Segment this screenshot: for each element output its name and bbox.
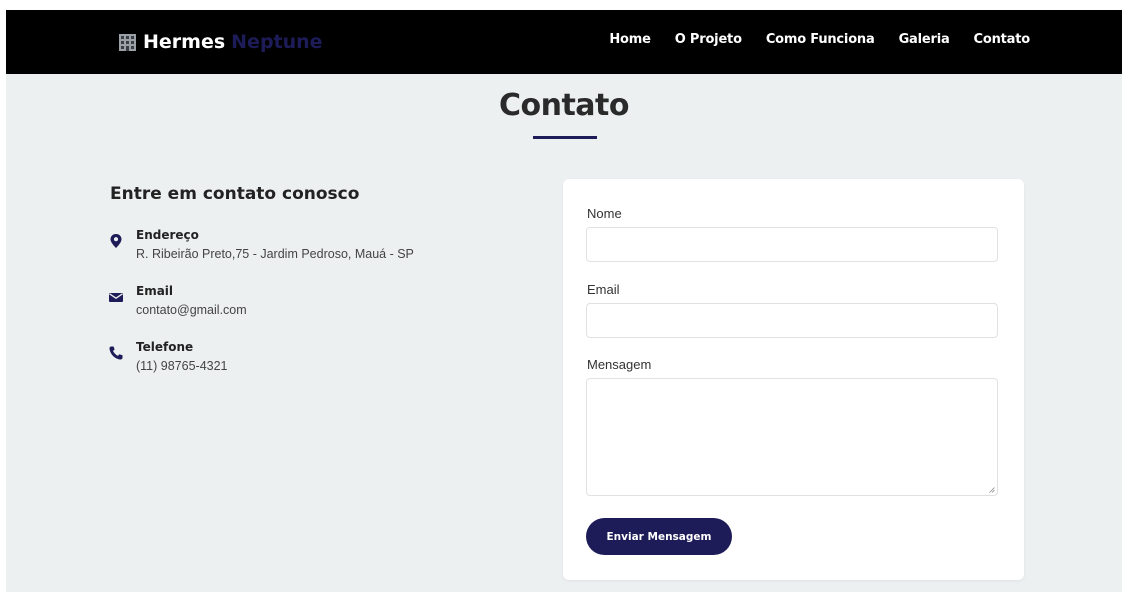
email-field-label: Email (587, 282, 620, 297)
navbar: Hermes Neptune Home O Projeto Como Funci… (6, 10, 1122, 74)
nav-link-galeria[interactable]: Galeria (899, 32, 950, 47)
nav-link-o-projeto[interactable]: O Projeto (675, 32, 742, 47)
resize-grip-icon[interactable] (989, 487, 995, 493)
phone-label: Telefone (136, 340, 194, 354)
nav-link-home[interactable]: Home (609, 32, 651, 47)
name-input[interactable] (586, 227, 998, 262)
message-field-label: Mensagem (587, 357, 652, 372)
nav-link-como-funciona[interactable]: Como Funciona (766, 32, 875, 47)
brand-name-secondary: Neptune (231, 31, 323, 53)
page: Hermes Neptune Home O Projeto Como Funci… (6, 10, 1122, 592)
phone-icon (109, 346, 123, 360)
phone-value: (11) 98765-4321 (136, 359, 228, 373)
message-textarea[interactable] (586, 378, 998, 496)
email-input[interactable] (586, 303, 998, 338)
contact-form: Nome Email Mensagem Enviar Mensagem (563, 179, 1024, 580)
brand-name-primary: Hermes (143, 31, 226, 53)
building-icon (119, 33, 136, 51)
email-value: contato@gmail.com (136, 303, 247, 317)
address-label: Endereço (136, 228, 199, 242)
envelope-icon (109, 293, 123, 302)
brand-logo[interactable]: Hermes Neptune (119, 30, 323, 54)
title-underline (533, 136, 597, 139)
contact-info-heading: Entre em contato conosco (110, 184, 360, 204)
nav-link-contato[interactable]: Contato (974, 32, 1031, 47)
name-field-label: Nome (587, 206, 622, 221)
address-value: R. Ribeirão Preto,75 - Jardim Pedroso, M… (136, 247, 414, 261)
map-marker-icon (110, 234, 122, 248)
main-nav: Home O Projeto Como Funciona Galeria Con… (609, 32, 1030, 47)
email-label: Email (136, 284, 174, 298)
submit-button[interactable]: Enviar Mensagem (586, 518, 732, 555)
page-title: Contato (498, 88, 630, 123)
